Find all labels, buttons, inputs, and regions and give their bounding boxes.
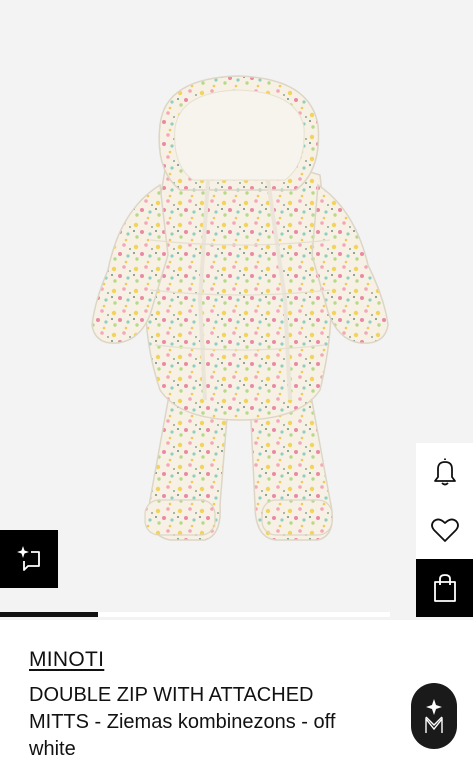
bell-icon bbox=[433, 458, 456, 486]
product-image[interactable] bbox=[0, 0, 473, 620]
gallery-progress bbox=[0, 612, 390, 617]
brand-logo-icon bbox=[425, 699, 443, 733]
notify-button[interactable] bbox=[416, 443, 473, 501]
product-image-area[interactable] bbox=[0, 0, 473, 620]
product-title-line: MITTS - Ziemas kombinezons - off bbox=[29, 711, 336, 733]
brand-fab-button[interactable] bbox=[411, 683, 457, 749]
sparkle-chat-icon bbox=[17, 546, 40, 571]
product-info: MINOTI DOUBLE ZIP WITH ATTACHED MITTS - … bbox=[29, 648, 449, 763]
product-title-line: DOUBLE ZIP WITH ATTACHED bbox=[29, 684, 314, 706]
brand-link[interactable]: MINOTI bbox=[29, 648, 104, 672]
gallery-progress-fill bbox=[0, 612, 98, 617]
wishlist-button[interactable] bbox=[416, 501, 473, 559]
heart-icon bbox=[430, 518, 459, 542]
shopping-bag-icon bbox=[433, 574, 456, 602]
side-actions bbox=[416, 443, 473, 617]
product-title-line: white bbox=[29, 738, 76, 760]
ai-assistant-button[interactable] bbox=[0, 530, 58, 588]
add-to-cart-button[interactable] bbox=[416, 559, 473, 617]
product-title: DOUBLE ZIP WITH ATTACHED MITTS - Ziemas … bbox=[29, 682, 449, 763]
